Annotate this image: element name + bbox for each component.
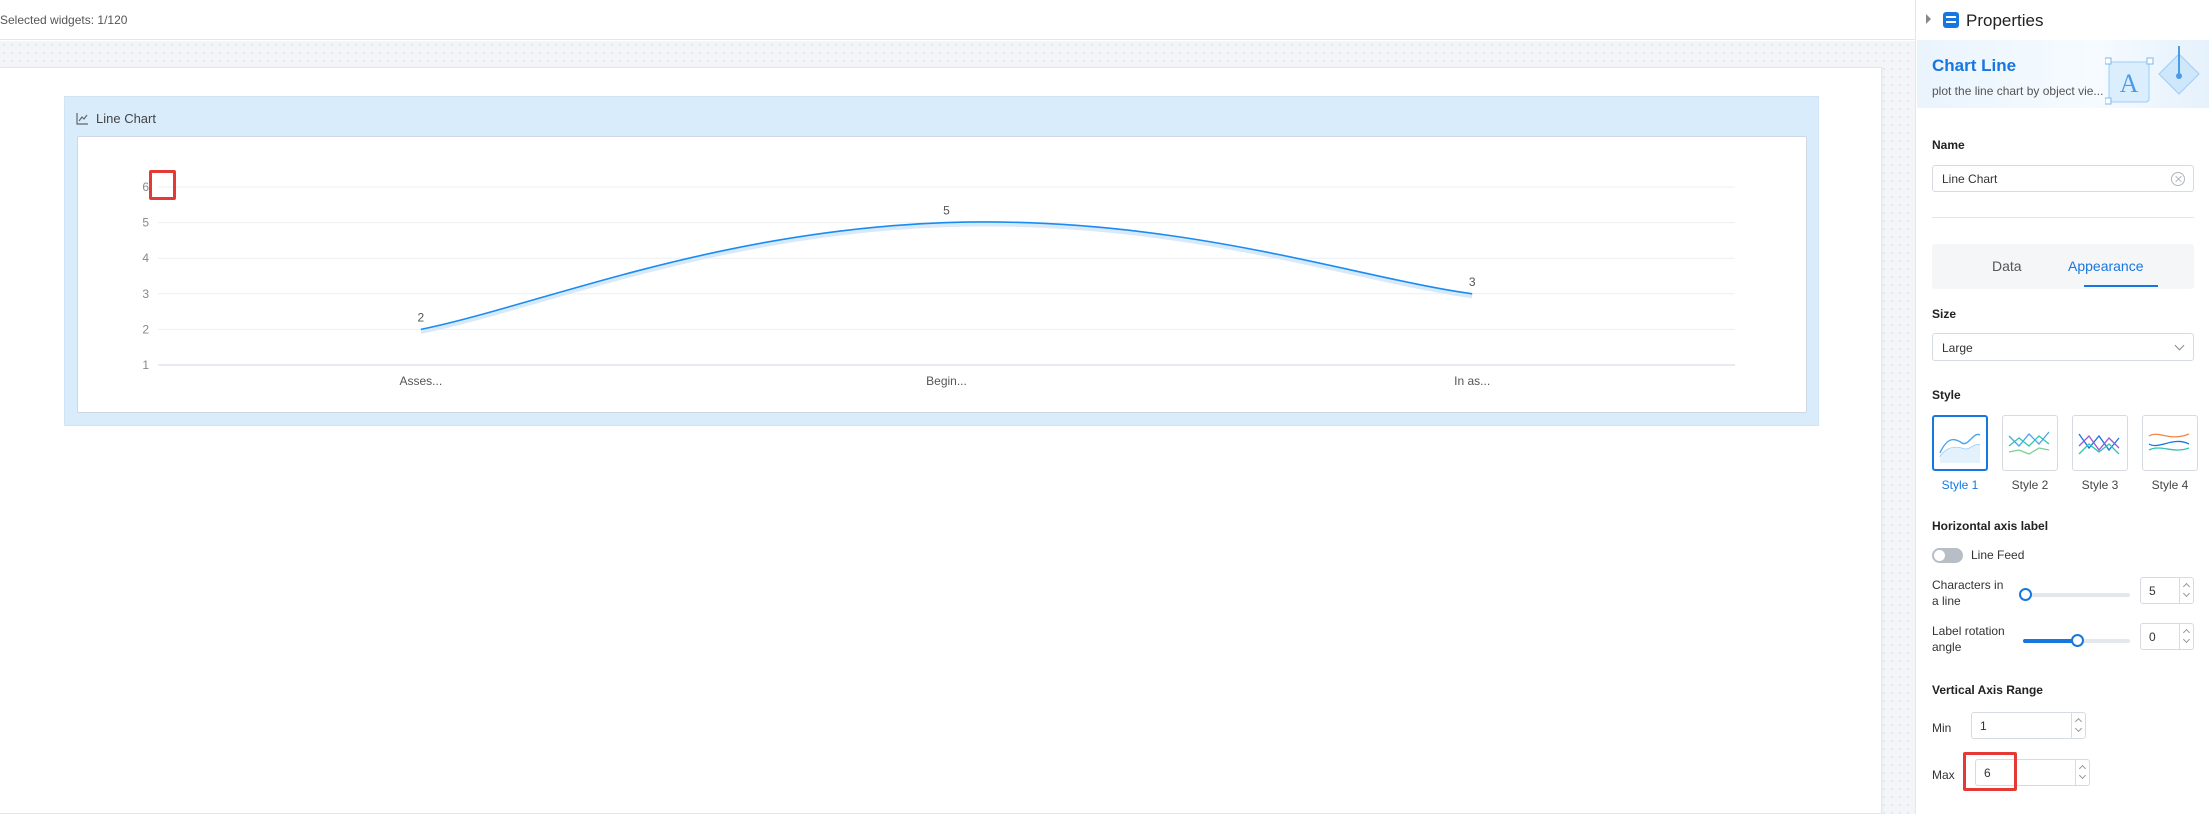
properties-header: Properties — [1916, 0, 2209, 40]
clear-icon[interactable] — [2171, 172, 2185, 186]
style-option-3[interactable] — [2072, 415, 2128, 471]
active-tab-indicator — [2084, 285, 2158, 287]
characters-input[interactable]: 5 — [2140, 577, 2194, 604]
line-feed-label: Line Feed — [1971, 548, 2025, 562]
property-tabs: Data Appearance — [1932, 244, 2194, 289]
component-banner: Chart Line plot the line chart by object… — [1917, 40, 2209, 108]
style-1-label[interactable]: Style 1 — [1932, 478, 1988, 492]
line-feed-toggle[interactable] — [1932, 548, 1963, 563]
x-tick-label: In as... — [1454, 374, 1490, 388]
properties-panel: Properties Chart Line plot the line char… — [1915, 0, 2209, 814]
widget-header: Line Chart — [76, 109, 156, 127]
y-tick-label: 1 — [142, 358, 149, 372]
characters-in-line-label: Characters in a line — [1932, 578, 2004, 608]
widget-title: Line Chart — [96, 110, 156, 126]
min-input-value: 1 — [1980, 719, 1987, 733]
size-select-value: Large — [1942, 341, 1973, 355]
canvas-page[interactable]: Line Chart 1 2 3 4 5 6 Asses... Begin... In as..… — [0, 67, 1882, 814]
min-input[interactable]: 1 — [1971, 712, 2086, 739]
line-chart-plot: 123456Asses... Begin... In as...253 — [142, 180, 1735, 388]
horizontal-axis-label-heading: Horizontal axis label — [1932, 519, 2049, 533]
y-axis-max-highlight — [149, 170, 176, 200]
properties-title: Properties — [1966, 11, 2044, 30]
max-input-highlight — [1963, 752, 2017, 791]
component-title: Chart Line — [1932, 56, 2017, 75]
characters-input-value: 5 — [2149, 584, 2156, 598]
style-3-preview-icon — [2078, 433, 2120, 455]
tab-data[interactable]: Data — [1992, 258, 2022, 274]
name-label: Name — [1932, 138, 1965, 152]
tab-appearance[interactable]: Appearance — [2068, 258, 2144, 274]
style-option-1[interactable] — [1932, 415, 1988, 471]
banner-illustration-icon: A — [2105, 46, 2200, 105]
min-label: Min — [1932, 721, 1952, 735]
rotation-stepper[interactable] — [2179, 624, 2193, 649]
y-tick-label: 4 — [142, 251, 149, 265]
top-bar: Selected widgets: 1/120 — [0, 0, 1915, 40]
divider — [1932, 217, 2194, 218]
chart-area: 1 2 3 4 5 6 Asses... Begin... In as... 2 5 3 — [77, 136, 1807, 413]
style-2-preview-icon — [2008, 431, 2050, 455]
data-label: 2 — [417, 310, 424, 324]
design-canvas[interactable]: Line Chart 1 2 3 4 5 6 Asses... Begin... In as..… — [0, 41, 1915, 814]
name-input-value: Line Chart — [1942, 172, 1998, 186]
style-4-label[interactable]: Style 4 — [2142, 478, 2198, 492]
x-tick-label: Asses... — [399, 374, 442, 388]
data-label: 3 — [1469, 275, 1476, 289]
name-input[interactable]: Line Chart — [1932, 165, 2194, 192]
rotation-slider-thumb[interactable] — [2070, 634, 2084, 647]
label-rotation-angle-label: Label rotation angle — [1932, 624, 2005, 654]
y-tick-label: 5 — [142, 216, 149, 230]
properties-icon — [1943, 12, 1959, 28]
series-line — [420, 221, 1473, 331]
max-stepper[interactable] — [2075, 760, 2089, 785]
x-tick-label: Begin... — [926, 374, 967, 388]
line-chart-widget[interactable]: Line Chart 1 2 3 4 5 6 Asses... Begin... In as..… — [64, 96, 1819, 426]
size-label: Size — [1932, 307, 1957, 321]
data-label: 5 — [943, 204, 950, 218]
style-option-2[interactable] — [2002, 415, 2058, 471]
rotation-slider-fill — [2023, 639, 2077, 643]
y-tick-label: 3 — [142, 287, 149, 301]
rotation-slider[interactable] — [2023, 634, 2130, 647]
series-line-shadow — [420, 221, 1473, 334]
characters-slider-thumb[interactable] — [2019, 588, 2033, 601]
rotation-input[interactable]: 0 — [2140, 623, 2194, 650]
characters-stepper[interactable] — [2179, 578, 2193, 603]
style-4-preview-icon — [2148, 433, 2190, 451]
line-chart-icon — [76, 112, 88, 125]
expand-caret-icon[interactable] — [1926, 14, 1931, 24]
rotation-input-value: 0 — [2149, 630, 2156, 644]
style-3-label[interactable]: Style 3 — [2072, 478, 2128, 492]
selected-widgets-count: Selected widgets: 1/120 — [0, 13, 128, 27]
vertical-axis-range-heading: Vertical Axis Range — [1932, 683, 2043, 697]
component-description: plot the line chart by object vie... — [1932, 84, 2104, 98]
style-1-preview-icon — [1939, 433, 1981, 463]
size-select[interactable]: Large — [1932, 333, 2194, 361]
style-2-label[interactable]: Style 2 — [2002, 478, 2058, 492]
style-option-4[interactable] — [2142, 415, 2198, 471]
y-tick-label: 2 — [142, 322, 149, 336]
svg-text:A: A — [2120, 69, 2139, 98]
chevron-down-icon — [2174, 340, 2185, 351]
characters-slider[interactable] — [2019, 588, 2130, 601]
style-label: Style — [1932, 388, 1961, 402]
max-label: Max — [1932, 768, 1955, 782]
min-stepper[interactable] — [2071, 713, 2085, 738]
